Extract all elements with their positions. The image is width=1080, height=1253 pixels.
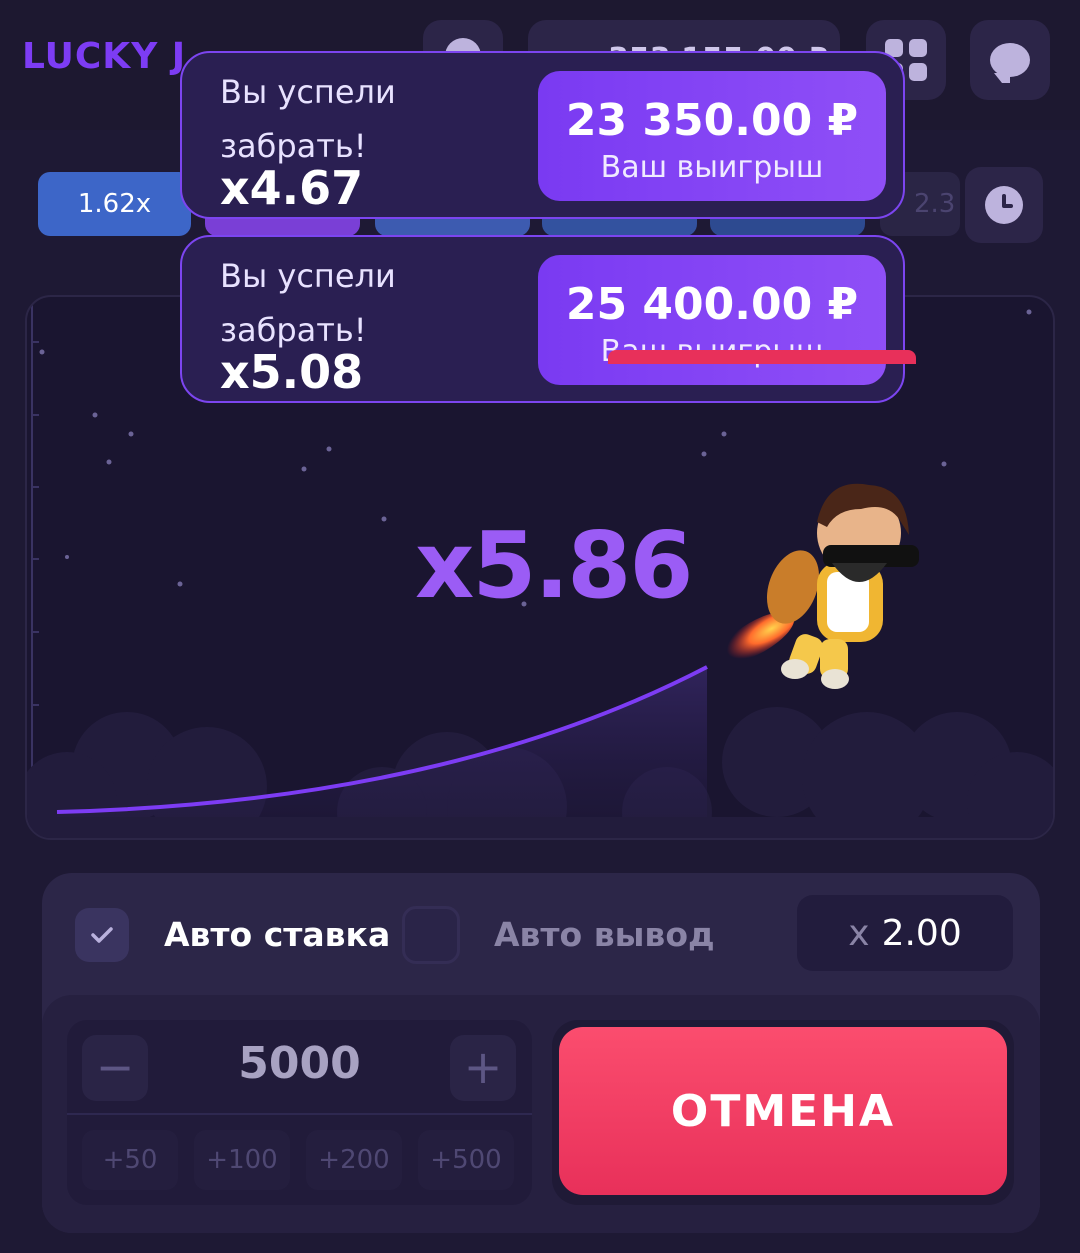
quick-add-500-button[interactable]: +500 <box>418 1130 514 1190</box>
bet-controls: − 5000 + +50 +100 +200 +500 ОТМЕНА <box>42 995 1040 1233</box>
win-amount: 25 400.00 ₽ <box>565 279 859 330</box>
increase-stake-button[interactable]: + <box>450 1035 516 1101</box>
lucky-jet-character <box>766 483 919 689</box>
quick-add-200-button[interactable]: +200 <box>306 1130 402 1190</box>
history-button[interactable] <box>965 167 1043 243</box>
check-icon <box>91 927 113 943</box>
auto-bet-checkbox[interactable] <box>75 908 129 962</box>
quick-add-100-button[interactable]: +100 <box>194 1130 290 1190</box>
y-axis <box>31 297 39 838</box>
cancel-button[interactable]: ОТМЕНА <box>559 1027 1007 1195</box>
auto-bet-label: Авто ставка <box>164 915 391 954</box>
logo: LUCKY J <box>22 36 187 77</box>
bet-panel: Авто ставка Авто вывод x 2.00 − 5000 + +… <box>42 873 1040 1233</box>
win-badge: 23 350.00 ₽ Ваш выигрыш <box>538 71 886 201</box>
stake-control: − 5000 + +50 +100 +200 +500 <box>67 1020 532 1205</box>
cashout-notification: Вы успели забрать! x4.67 23 350.00 ₽ Ваш… <box>180 51 905 219</box>
second-bet-tab[interactable] <box>608 350 916 364</box>
lucky-jet-game: LUCKY J 353 155.00 ₽ 1.62x 2.3 <box>0 0 1080 1253</box>
win-label: Ваш выигрыш <box>600 150 824 185</box>
current-multiplier: x5.86 <box>415 512 693 619</box>
cashout-prefix: x <box>848 912 870 954</box>
chat-icon <box>990 43 1030 83</box>
win-badge: 25 400.00 ₽ Ваш выигрыш <box>538 255 886 385</box>
chat-button[interactable] <box>970 20 1050 100</box>
auto-cashout-input[interactable]: x 2.00 <box>797 895 1013 971</box>
notification-multiplier: x4.67 <box>220 161 364 215</box>
history-chip: 1.62x <box>38 172 191 236</box>
auto-cashout-checkbox[interactable] <box>402 906 460 964</box>
cashout-value: 2.00 <box>881 912 962 954</box>
notification-message: Вы успели забрать! <box>220 257 396 349</box>
notification-message: Вы успели забрать! <box>220 73 396 165</box>
cashout-notification: Вы успели забрать! x5.08 25 400.00 ₽ Ваш… <box>180 235 905 403</box>
clock-icon <box>985 186 1023 224</box>
win-amount: 23 350.00 ₽ <box>565 95 859 146</box>
decrease-stake-button[interactable]: − <box>82 1035 148 1101</box>
auto-cashout-label: Авто вывод <box>494 915 715 954</box>
quick-add-50-button[interactable]: +50 <box>82 1130 178 1190</box>
notification-multiplier: x5.08 <box>220 345 364 399</box>
stake-input[interactable]: 5000 <box>167 1038 432 1089</box>
